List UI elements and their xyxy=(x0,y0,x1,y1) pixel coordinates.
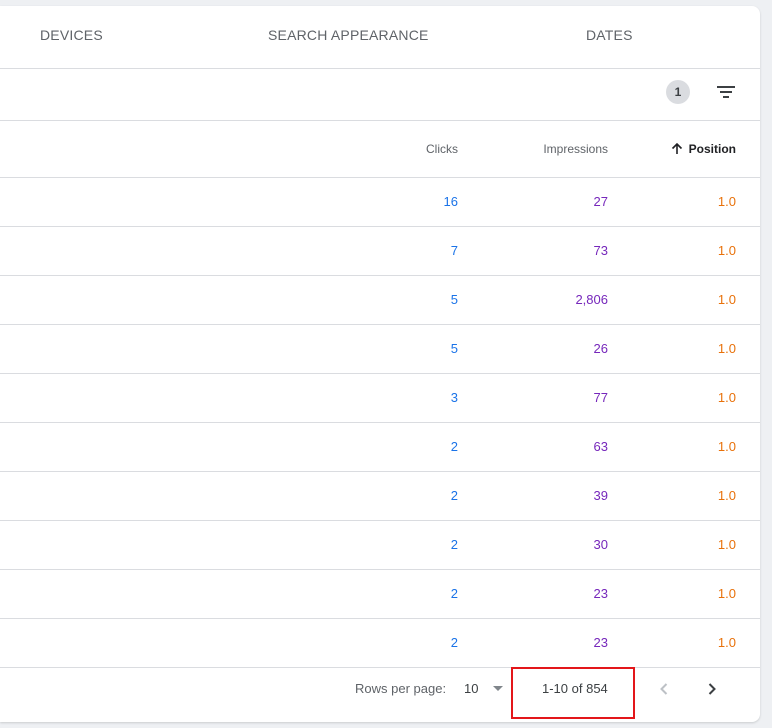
cell-impressions: 30 xyxy=(593,537,608,552)
cell-impressions: 73 xyxy=(593,243,608,258)
cell-clicks: 16 xyxy=(443,194,458,209)
rows-per-page-label: Rows per page: xyxy=(355,681,447,696)
cell-impressions: 23 xyxy=(593,586,608,601)
table-row[interactable]: 16 27 1.0 xyxy=(0,178,760,227)
previous-page-button[interactable] xyxy=(654,679,674,699)
performance-table-card: DEVICES SEARCH APPEARANCE DATES 1 Clicks… xyxy=(0,6,760,722)
column-header-impressions[interactable]: Impressions xyxy=(543,121,608,177)
tab-dates[interactable]: DATES xyxy=(586,6,633,68)
column-header-clicks[interactable]: Clicks xyxy=(426,121,458,177)
cell-clicks: 2 xyxy=(450,439,458,454)
column-header-position-label: Position xyxy=(688,142,736,156)
table-row[interactable]: 5 2,806 1.0 xyxy=(0,276,760,325)
cell-clicks: 2 xyxy=(450,488,458,503)
pagination-bar: Rows per page: 10 1-10 of 854 xyxy=(0,662,760,716)
chevron-left-icon xyxy=(660,683,668,695)
dropdown-arrow-icon xyxy=(493,686,503,691)
cell-clicks: 7 xyxy=(450,243,458,258)
cell-impressions: 23 xyxy=(593,635,608,650)
cell-clicks: 5 xyxy=(450,292,458,307)
cell-position: 1.0 xyxy=(717,390,736,405)
cell-clicks: 5 xyxy=(450,341,458,356)
table-row[interactable]: 3 77 1.0 xyxy=(0,374,760,423)
cell-position: 1.0 xyxy=(717,488,736,503)
table-row[interactable]: 2 23 1.0 xyxy=(0,619,760,668)
active-filter-count-badge: 1 xyxy=(666,80,690,104)
table-body: 16 27 1.0 7 73 1.0 5 2,806 1.0 5 26 1.0 3 77 1.0 2 63 1.0… xyxy=(0,178,760,668)
cell-position: 1.0 xyxy=(717,341,736,356)
cell-position: 1.0 xyxy=(717,243,736,258)
cell-clicks: 2 xyxy=(450,537,458,552)
cell-position: 1.0 xyxy=(717,586,736,601)
cell-impressions: 26 xyxy=(593,341,608,356)
table-row[interactable]: 7 73 1.0 xyxy=(0,227,760,276)
tab-search-appearance[interactable]: SEARCH APPEARANCE xyxy=(268,6,429,68)
cell-impressions: 63 xyxy=(593,439,608,454)
table-row[interactable]: 5 26 1.0 xyxy=(0,325,760,374)
table-row[interactable]: 2 30 1.0 xyxy=(0,521,760,570)
table-row[interactable]: 2 23 1.0 xyxy=(0,570,760,619)
table-header: Clicks Impressions Position xyxy=(0,121,760,178)
filter-icon[interactable] xyxy=(716,82,736,102)
next-page-button[interactable] xyxy=(702,679,722,699)
cell-position: 1.0 xyxy=(717,439,736,454)
cell-position: 1.0 xyxy=(717,194,736,209)
cell-clicks: 2 xyxy=(450,635,458,650)
cell-position: 1.0 xyxy=(717,292,736,307)
filter-bar: 1 xyxy=(0,69,760,121)
cell-position: 1.0 xyxy=(717,635,736,650)
cell-impressions: 77 xyxy=(593,390,608,405)
tab-devices[interactable]: DEVICES xyxy=(40,6,103,68)
cell-clicks: 3 xyxy=(450,390,458,405)
rows-per-page-value: 10 xyxy=(464,681,479,696)
table-row[interactable]: 2 63 1.0 xyxy=(0,423,760,472)
cell-impressions: 27 xyxy=(593,194,608,209)
cell-clicks: 2 xyxy=(450,586,458,601)
tab-bar: DEVICES SEARCH APPEARANCE DATES xyxy=(0,6,760,69)
highlight-box xyxy=(511,667,635,719)
cell-position: 1.0 xyxy=(717,537,736,552)
chevron-right-icon xyxy=(708,683,716,695)
column-header-position[interactable]: Position xyxy=(671,121,736,177)
rows-per-page-select[interactable]: 10 xyxy=(463,676,511,702)
cell-impressions: 2,806 xyxy=(575,292,608,307)
cell-impressions: 39 xyxy=(593,488,608,503)
arrow-up-icon xyxy=(671,142,682,154)
table-row[interactable]: 2 39 1.0 xyxy=(0,472,760,521)
